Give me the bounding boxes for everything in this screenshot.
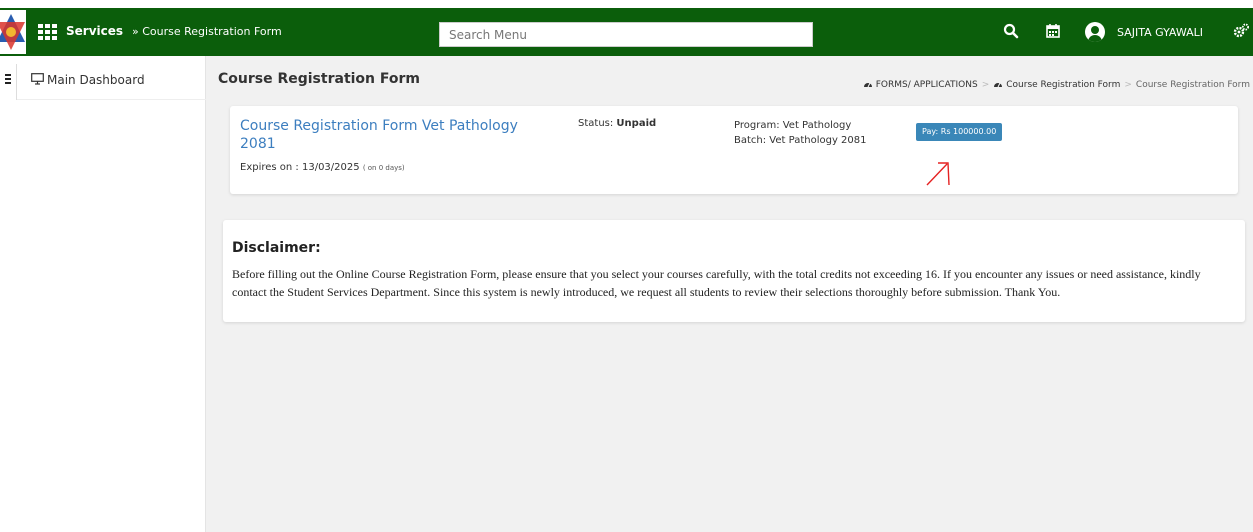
- user-name[interactable]: SAJITA GYAWALI: [1117, 26, 1203, 39]
- disclaimer-title: Disclaimer:: [232, 240, 321, 256]
- sidebar-item-label: Main Dashboard: [47, 73, 145, 87]
- breadcrumb-separator: >: [981, 80, 990, 90]
- status-info: Status: Unpaid: [578, 118, 656, 129]
- settings-gears-icon[interactable]: [1232, 22, 1250, 40]
- user-avatar[interactable]: [1085, 22, 1105, 42]
- breadcrumb-item-forms[interactable]: FORMS/ APPLICATIONS: [876, 80, 978, 90]
- batch-name: Batch: Vet Pathology 2081: [734, 135, 867, 146]
- sidebar-toggle-icon[interactable]: [5, 74, 11, 84]
- expiry-date: Expires on : 13/03/2025: [240, 162, 360, 173]
- breadcrumb-separator: >: [1124, 80, 1132, 90]
- dashboard-gauge-icon: [863, 82, 872, 88]
- page-title: Course Registration Form: [218, 71, 420, 87]
- sidebar-item-main-dashboard[interactable]: Main Dashboard: [17, 64, 206, 100]
- pay-button[interactable]: Pay: Rs 100000.00: [916, 123, 1003, 141]
- apps-grid-icon[interactable]: [38, 24, 57, 40]
- expiry-info: Expires on : 13/03/2025 ( on 0 days): [240, 162, 405, 173]
- top-strip: [0, 0, 1253, 8]
- sidebar: [0, 56, 206, 532]
- program-name: Program: Vet Pathology: [734, 120, 852, 131]
- topbar-breadcrumb[interactable]: » Course Registration Form: [132, 25, 282, 38]
- search-input[interactable]: Search Menu: [439, 22, 813, 47]
- form-card: Course Registration Form Vet Pathology 2…: [230, 106, 1238, 194]
- breadcrumb-item-course-form[interactable]: Course Registration Form: [1006, 80, 1120, 90]
- dashboard-gauge-icon: [994, 82, 1003, 88]
- form-title-link[interactable]: Course Registration Form Vet Pathology 2…: [240, 117, 540, 153]
- search-icon[interactable]: [1002, 22, 1020, 40]
- expiry-note: ( on 0 days): [362, 164, 405, 172]
- program-info: Program: Vet Pathology Batch: Vet Pathol…: [734, 118, 867, 148]
- breadcrumb: FORMS/ APPLICATIONS > Course Registration …: [863, 80, 1250, 90]
- status-label: Status:: [578, 118, 614, 129]
- status-value: Unpaid: [616, 118, 657, 129]
- monitor-icon: [31, 73, 44, 85]
- calendar-icon[interactable]: [1044, 22, 1062, 40]
- breadcrumb-item-current: Course Registration Form: [1135, 80, 1250, 90]
- logo[interactable]: [0, 10, 26, 54]
- disclaimer-text: Before filling out the Online Course Reg…: [232, 267, 1201, 299]
- disclaimer-panel: Disclaimer: Before filling out the Onlin…: [223, 220, 1245, 322]
- services-link[interactable]: Services: [66, 24, 123, 38]
- red-arrow-annotation: [926, 162, 950, 186]
- top-navbar: Services » Course Registration Form Sear…: [0, 8, 1253, 56]
